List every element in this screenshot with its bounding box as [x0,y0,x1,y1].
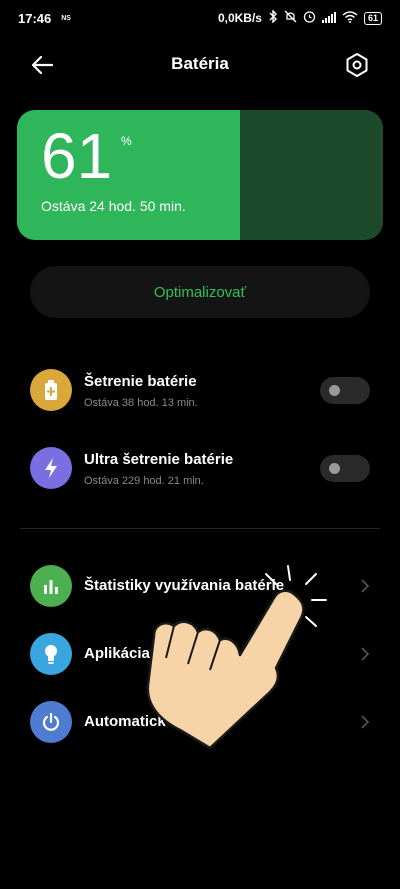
status-bar: 17:46 NS 0,0KB/s 61 [0,0,400,36]
bar-chart-icon [30,565,72,607]
page-title: Batéria [171,54,229,73]
mode-title: Ultra šetrenie batérie [84,451,234,468]
tap-hand-icon [130,560,340,760]
top-bar: Batéria [0,40,400,90]
toggle-knob [329,385,340,396]
settings-gear-icon[interactable] [344,52,370,78]
battery-remaining-time: Ostáva 24 hod. 50 min. [41,198,186,214]
mode-title: Šetrenie batérie [84,373,197,390]
alarm-icon [303,10,316,26]
chevron-right-icon [358,713,372,731]
lightbulb-icon [30,633,72,675]
battery-saver-icon [30,369,72,411]
ultra-battery-saver-row[interactable]: Ultra šetrenie batérie Ostáva 229 hod. 2… [0,447,400,507]
lightning-icon [30,447,72,489]
mute-icon [284,10,297,26]
clock: 17:46 [18,10,52,26]
section-divider [20,528,380,529]
signal-icon [321,11,336,26]
chevron-right-icon [358,645,372,663]
wifi-icon [342,10,358,26]
ns-indicator: NS [61,14,71,22]
battery-saver-toggle[interactable] [320,377,370,404]
mode-subtitle: Ostáva 38 hod. 13 min. [84,397,198,409]
optimize-button[interactable]: Optimalizovať [30,266,370,318]
ultra-battery-saver-toggle[interactable] [320,455,370,482]
battery-percent-unit: % [121,134,132,148]
bluetooth-icon [268,9,278,26]
battery-saver-row[interactable]: Šetrenie batérie Ostáva 38 hod. 13 min. [0,369,400,429]
battery-percent: 61 [41,120,113,192]
battery-level-card: 61 % Ostáva 24 hod. 50 min. [17,110,383,240]
toggle-knob [329,463,340,474]
power-icon [30,701,72,743]
network-speed: 0,0KB/s [217,11,262,25]
mode-subtitle: Ostáva 229 hod. 21 min. [84,475,204,487]
battery-status-icon: 61 [363,11,382,25]
chevron-right-icon [358,577,372,595]
